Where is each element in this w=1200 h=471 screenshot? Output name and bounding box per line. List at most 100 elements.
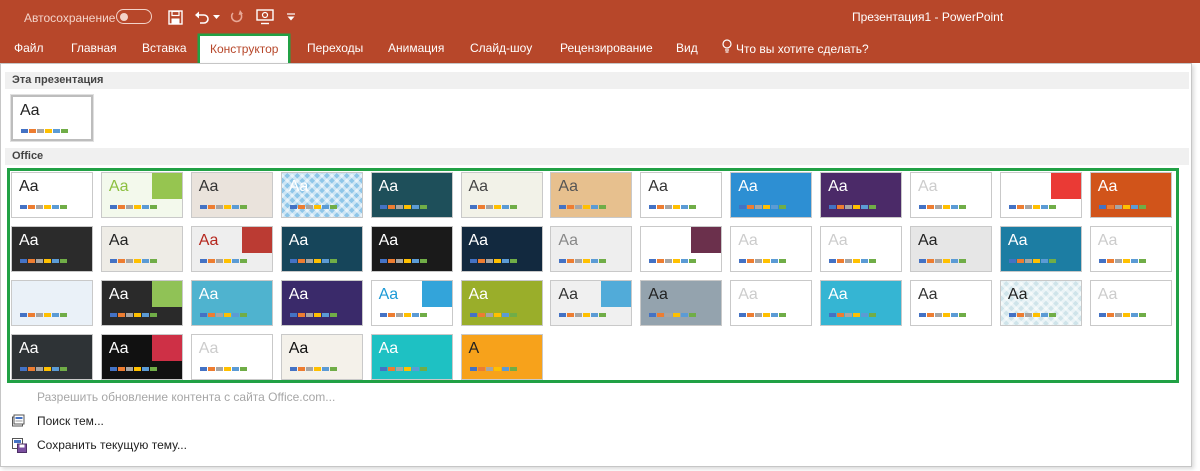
theme-color-swatches [559, 259, 607, 263]
tab-animations[interactable]: Анимация [388, 34, 444, 63]
theme-thumbnail[interactable]: Aa [550, 280, 633, 326]
theme-thumbnail[interactable]: Aa [460, 172, 543, 218]
color-swatch [297, 205, 305, 209]
color-swatch [755, 259, 763, 263]
theme-thumbnail[interactable]: Aa [190, 226, 273, 272]
color-swatch [649, 313, 657, 317]
theme-thumbnail[interactable]: Aa [370, 334, 453, 380]
color-swatch [20, 205, 27, 209]
undo-icon[interactable] [194, 8, 210, 26]
tab-transitions[interactable]: Переходы [307, 34, 363, 63]
theme-color-swatches [1098, 259, 1146, 263]
theme-color-swatches [379, 205, 427, 209]
theme-aa-label: Aa [558, 178, 578, 195]
theme-color-swatches [199, 205, 247, 209]
customize-quick-access-icon[interactable] [286, 8, 296, 26]
theme-thumbnail[interactable]: Aa [280, 280, 363, 326]
save-theme-item[interactable]: Сохранить текущую тему... [11, 435, 187, 455]
save-icon[interactable] [166, 8, 184, 26]
start-slideshow-icon[interactable] [256, 8, 274, 26]
tab-slideshow[interactable]: Слайд-шоу [470, 34, 532, 63]
theme-thumbnail[interactable]: Aa [280, 226, 363, 272]
tell-me-box[interactable]: Что вы хотите сделать? [722, 34, 869, 63]
color-swatch [509, 367, 517, 371]
color-swatch [289, 367, 297, 371]
color-swatch [199, 259, 207, 263]
theme-thumbnail[interactable]: Aa [910, 172, 992, 218]
theme-aa-label: Aa [918, 232, 938, 249]
theme-thumbnail[interactable]: Aa [640, 280, 723, 326]
theme-thumbnail[interactable]: Aa [100, 226, 183, 272]
theme-thumbnail[interactable]: Aa [999, 172, 1082, 218]
theme-thumbnail[interactable]: Aa [910, 280, 992, 326]
color-swatch [223, 205, 231, 209]
color-swatch [44, 367, 51, 371]
color-swatch [60, 367, 67, 371]
color-swatch [853, 259, 861, 263]
theme-thumbnail[interactable]: A [460, 334, 543, 380]
theme-thumbnail[interactable]: Aa [1089, 172, 1172, 218]
tab-home[interactable]: Главная [71, 34, 117, 63]
theme-thumbnail[interactable]: Aa [640, 172, 723, 218]
theme-thumbnail[interactable] [11, 280, 93, 326]
theme-thumbnail[interactable]: Aa [730, 226, 813, 272]
theme-thumbnail[interactable]: Aa [190, 334, 273, 380]
color-swatch [207, 259, 215, 263]
theme-thumbnail[interactable]: Aa [190, 172, 273, 218]
theme-thumbnail[interactable]: Aa [820, 280, 903, 326]
theme-thumbnail[interactable]: Aa [11, 172, 93, 218]
color-swatch [379, 259, 387, 263]
theme-thumbnail[interactable]: Aa [1089, 226, 1172, 272]
tab-view[interactable]: Вид [676, 34, 698, 63]
theme-thumbnail[interactable]: Aa [999, 226, 1082, 272]
color-swatch [567, 259, 575, 263]
theme-thumbnail[interactable]: Aa [460, 280, 543, 326]
theme-thumbnail[interactable]: Aa [280, 334, 363, 380]
color-swatch [747, 313, 755, 317]
theme-thumbnail[interactable]: Aa [550, 172, 633, 218]
theme-aa-label: Aa [19, 232, 39, 249]
theme-thumbnail[interactable]: Aa [370, 172, 453, 218]
autosave-toggle[interactable] [116, 9, 152, 24]
undo-dropdown-icon[interactable] [212, 8, 220, 26]
theme-thumbnail[interactable]: Aa [100, 334, 183, 380]
color-swatch [109, 259, 117, 263]
theme-thumbnail[interactable]: Aa [910, 226, 992, 272]
redo-icon[interactable] [228, 8, 244, 26]
color-swatch [959, 205, 966, 209]
color-swatch [1130, 259, 1138, 263]
color-swatch [485, 205, 493, 209]
theme-thumbnail[interactable]: Aa [1089, 280, 1172, 326]
theme-thumbnail[interactable]: Aa [370, 226, 453, 272]
theme-thumbnail[interactable]: Aa [100, 280, 183, 326]
theme-thumbnail[interactable]: Aa [999, 280, 1082, 326]
theme-thumbnail[interactable]: Aa [640, 226, 723, 272]
theme-thumbnail[interactable]: Aa [280, 172, 363, 218]
color-swatch [493, 313, 501, 317]
tab-file[interactable]: Файл [14, 34, 44, 63]
color-swatch [927, 259, 934, 263]
theme-thumbnail[interactable]: Aa [370, 280, 453, 326]
theme-thumbnail[interactable]: Aa [730, 280, 813, 326]
color-swatch [20, 367, 27, 371]
theme-thumbnail[interactable]: Aa [460, 226, 543, 272]
theme-thumbnail[interactable]: Aa [820, 226, 903, 272]
color-swatch [297, 313, 305, 317]
color-swatch [559, 259, 567, 263]
color-swatch [133, 313, 141, 317]
theme-thumbnail[interactable]: Aa [100, 172, 183, 218]
browse-themes-item[interactable]: Поиск тем... [11, 411, 104, 431]
color-swatch [223, 313, 231, 317]
theme-thumbnail[interactable]: Aa [11, 226, 93, 272]
tab-insert[interactable]: Вставка [142, 34, 187, 63]
color-swatch [321, 313, 329, 317]
tab-design[interactable]: Конструктор [200, 36, 289, 63]
theme-thumbnail[interactable]: Aa [550, 226, 633, 272]
tell-me-label: Что вы хотите сделать? [736, 41, 869, 56]
tab-review[interactable]: Рецензирование [560, 34, 653, 63]
theme-thumbnail[interactable]: Aa [730, 172, 813, 218]
theme-thumbnail[interactable]: Aa [820, 172, 903, 218]
theme-thumbnail[interactable]: Aa [190, 280, 273, 326]
theme-thumbnail[interactable]: Aa [11, 334, 93, 380]
current-theme-thumbnail[interactable]: Aa [11, 95, 93, 141]
